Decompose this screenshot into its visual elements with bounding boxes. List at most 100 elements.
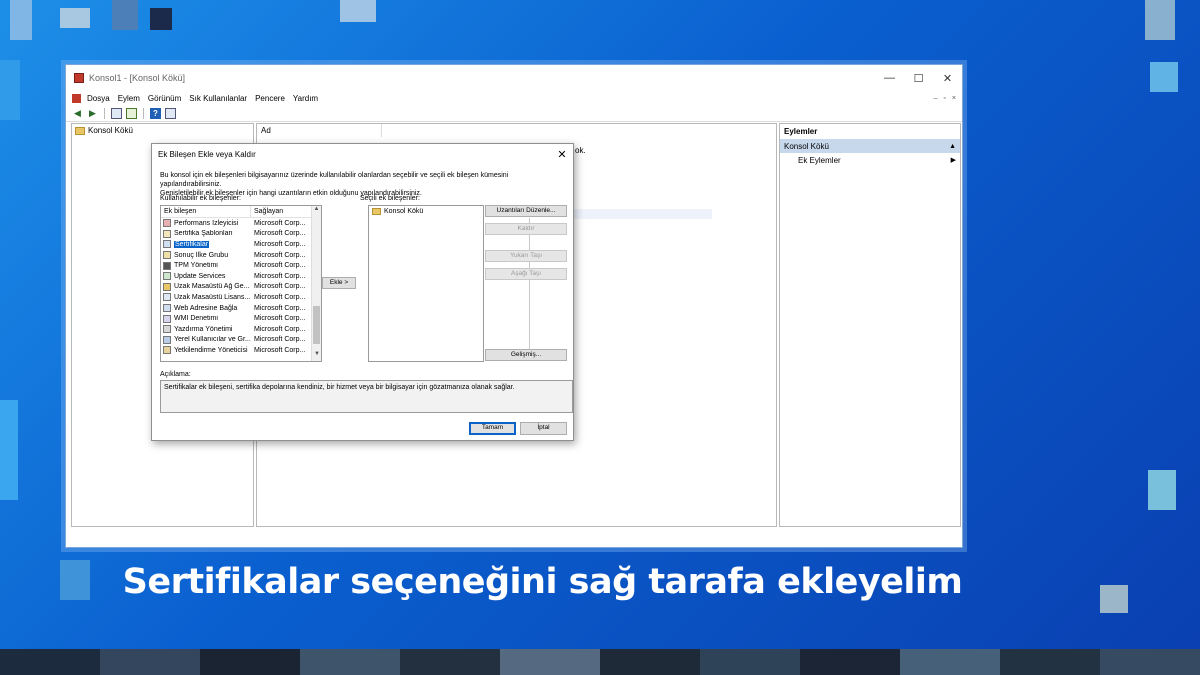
edit-extensions-button[interactable]: Uzantıları Düzenle... — [485, 205, 567, 217]
console-icon[interactable] — [72, 93, 81, 103]
child-close-icon[interactable]: × — [952, 95, 956, 102]
child-minimize-icon[interactable]: – — [934, 95, 938, 102]
move-up-button[interactable]: Yukarı Taşı — [485, 250, 567, 262]
snapin-vendor: Microsoft Corp... — [254, 304, 306, 312]
action-ek-eylemler[interactable]: Ek Eylemler ▶ — [780, 153, 960, 168]
tree-item-label: Konsol Kökü — [88, 126, 133, 135]
snapin-vendor: Microsoft Corp... — [254, 251, 306, 259]
selected-snapins-label: Seçili ek bileşenler: — [360, 195, 420, 202]
column-header-vendor[interactable]: Sağlayan — [251, 206, 286, 217]
print-management-icon — [163, 325, 171, 334]
snapin-name-cell: Sonuç İlke Grubu — [161, 251, 251, 260]
snapin-row[interactable]: Sertifikalar Microsoft Corp... — [161, 239, 321, 250]
snapin-rows: Performans İzleyicisi Microsoft Corp... Se… — [161, 218, 321, 356]
snapin-row[interactable]: Update Services Microsoft Corp... — [161, 271, 321, 282]
snapin-name-cell: Web Adresine Bağla — [161, 304, 251, 313]
snapin-row[interactable]: Web Adresine Bağla Microsoft Corp... — [161, 303, 321, 314]
selected-snapins-list[interactable]: Konsol Kökü — [368, 205, 484, 362]
dialog-close-icon[interactable]: ✕ — [551, 148, 573, 161]
selected-item-konsol-koku[interactable]: Konsol Kökü — [369, 206, 483, 217]
advanced-button[interactable]: Gelişmiş... — [485, 349, 567, 361]
pixel-strip — [0, 649, 1200, 675]
snapin-name: Web Adresine Bağla — [174, 304, 238, 312]
snapin-vendor: Microsoft Corp... — [254, 325, 306, 333]
pixel-block — [112, 0, 138, 30]
list-scrollbar[interactable]: ▲ ▼ — [311, 206, 321, 361]
snapin-row[interactable]: Sertifika Şablonları Microsoft Corp... — [161, 229, 321, 240]
folder-icon — [372, 208, 381, 215]
snapin-vendor: Microsoft Corp... — [254, 230, 306, 238]
actions-section-konsol-koku[interactable]: Konsol Kökü ▲ — [780, 139, 960, 153]
snapin-vendor: Microsoft Corp... — [254, 336, 306, 344]
pixel-block — [0, 400, 18, 500]
snapin-name-cell: TPM Yönetimi — [161, 261, 251, 270]
selected-item-label: Konsol Kökü — [384, 208, 424, 215]
snapin-row[interactable]: TPM Yönetimi Microsoft Corp... — [161, 260, 321, 271]
toolbar-separator — [104, 107, 105, 119]
cancel-button[interactable]: İptal — [520, 422, 567, 435]
snapin-name: Uzak Masaüstü Lisans... — [174, 293, 251, 301]
snapin-name: Update Services — [174, 272, 226, 280]
available-snapins-list[interactable]: Ek bileşen Sağlayan Performans İzleyicis… — [160, 205, 322, 362]
snapin-row[interactable]: Sonuç İlke Grubu Microsoft Corp... — [161, 250, 321, 261]
back-icon[interactable]: ◀ — [72, 108, 83, 119]
snapin-name-cell: Yazdırma Yönetimi — [161, 325, 251, 334]
move-down-button[interactable]: Aşağı Taşı — [485, 268, 567, 280]
window-title: Konsol1 - [Konsol Kökü] — [89, 73, 186, 83]
show-hide-tree-icon[interactable] — [111, 107, 122, 119]
pixel-block — [1145, 0, 1175, 40]
scroll-up-icon[interactable]: ▲ — [312, 206, 321, 216]
snapin-row[interactable]: WMI Denetimi Microsoft Corp... — [161, 313, 321, 324]
snapin-row[interactable]: Yerel Kullanıcılar ve Gr... Microsoft Cor… — [161, 335, 321, 346]
snapin-row[interactable]: Uzak Masaüstü Lisans... Microsoft Corp... — [161, 292, 321, 303]
pixel-block — [60, 8, 90, 28]
results-row-fragment: ok. — [575, 146, 586, 155]
close-icon[interactable]: ✕ — [933, 72, 962, 85]
help-icon[interactable]: ? — [150, 107, 161, 119]
rd-gateway-icon — [163, 282, 171, 291]
menu-yardim[interactable]: Yardım — [293, 94, 318, 103]
snapin-name: Sonuç İlke Grubu — [174, 251, 229, 259]
collapse-icon[interactable]: ▲ — [949, 143, 956, 150]
export-list-icon[interactable] — [126, 107, 137, 119]
snapin-row[interactable]: Yazdırma Yönetimi Microsoft Corp... — [161, 324, 321, 335]
remove-button[interactable]: Kaldır — [485, 223, 567, 235]
add-button[interactable]: Ekle > — [322, 277, 356, 289]
minimize-icon[interactable]: — — [875, 72, 904, 85]
column-header-snapin[interactable]: Ek bileşen — [161, 206, 251, 217]
menu-gorunum[interactable]: Görünüm — [148, 94, 181, 103]
tree-item-konsol-koku[interactable]: Konsol Kökü — [72, 124, 253, 137]
menu-dosya[interactable]: Dosya — [87, 94, 110, 103]
snapin-name: Yerel Kullanıcılar ve Gr... — [174, 336, 251, 344]
description-label: Açıklama: — [160, 371, 191, 378]
snapin-vendor: Microsoft Corp... — [254, 262, 306, 270]
ok-button[interactable]: Tamam — [469, 422, 516, 435]
dialog-description-line: Bu konsol için ek bileşenleri bilgisayar… — [160, 172, 509, 188]
menu-sik-kullanilanlar[interactable]: Sık Kullanılanlar — [189, 94, 247, 103]
snapin-row[interactable]: Uzak Masaüstü Ağ Ge... Microsoft Corp... — [161, 282, 321, 293]
certificate-templates-icon — [163, 229, 171, 238]
maximize-icon[interactable]: ☐ — [904, 72, 933, 85]
folder-icon — [75, 126, 85, 135]
pixel-block — [1148, 470, 1176, 510]
snapin-vendor: Microsoft Corp... — [254, 283, 306, 291]
column-header-ad[interactable]: Ad — [257, 124, 382, 137]
snapin-row[interactable]: Performans İzleyicisi Microsoft Corp... — [161, 218, 321, 229]
menu-eylem[interactable]: Eylem — [118, 94, 140, 103]
menu-pencere[interactable]: Pencere — [255, 94, 285, 103]
dialog-title-bar: Ek Bileşen Ekle veya Kaldır ✕ — [152, 144, 573, 164]
forward-icon[interactable]: ▶ — [87, 108, 98, 119]
dialog-title: Ek Bileşen Ekle veya Kaldır — [158, 149, 256, 159]
snapin-row[interactable]: Yetkilendirme Yöneticisi Microsoft Corp..… — [161, 345, 321, 356]
properties-icon[interactable] — [165, 107, 176, 119]
scroll-down-icon[interactable]: ▼ — [312, 351, 321, 361]
snapin-name-cell: Uzak Masaüstü Lisans... — [161, 293, 251, 302]
pixel-block — [0, 60, 20, 120]
policy-result-icon — [163, 251, 171, 260]
snapin-name: Sertifikalar — [174, 240, 210, 248]
scroll-thumb[interactable] — [313, 306, 320, 344]
actions-pane: Eylemler Konsol Kökü ▲ Ek Eylemler ▶ — [779, 123, 961, 527]
child-restore-icon[interactable]: ▫ — [943, 95, 945, 102]
description-box: Sertifikalar ek bileşeni, sertifika depo… — [160, 380, 573, 413]
toolbar: ◀ ▶ ? — [66, 105, 962, 122]
